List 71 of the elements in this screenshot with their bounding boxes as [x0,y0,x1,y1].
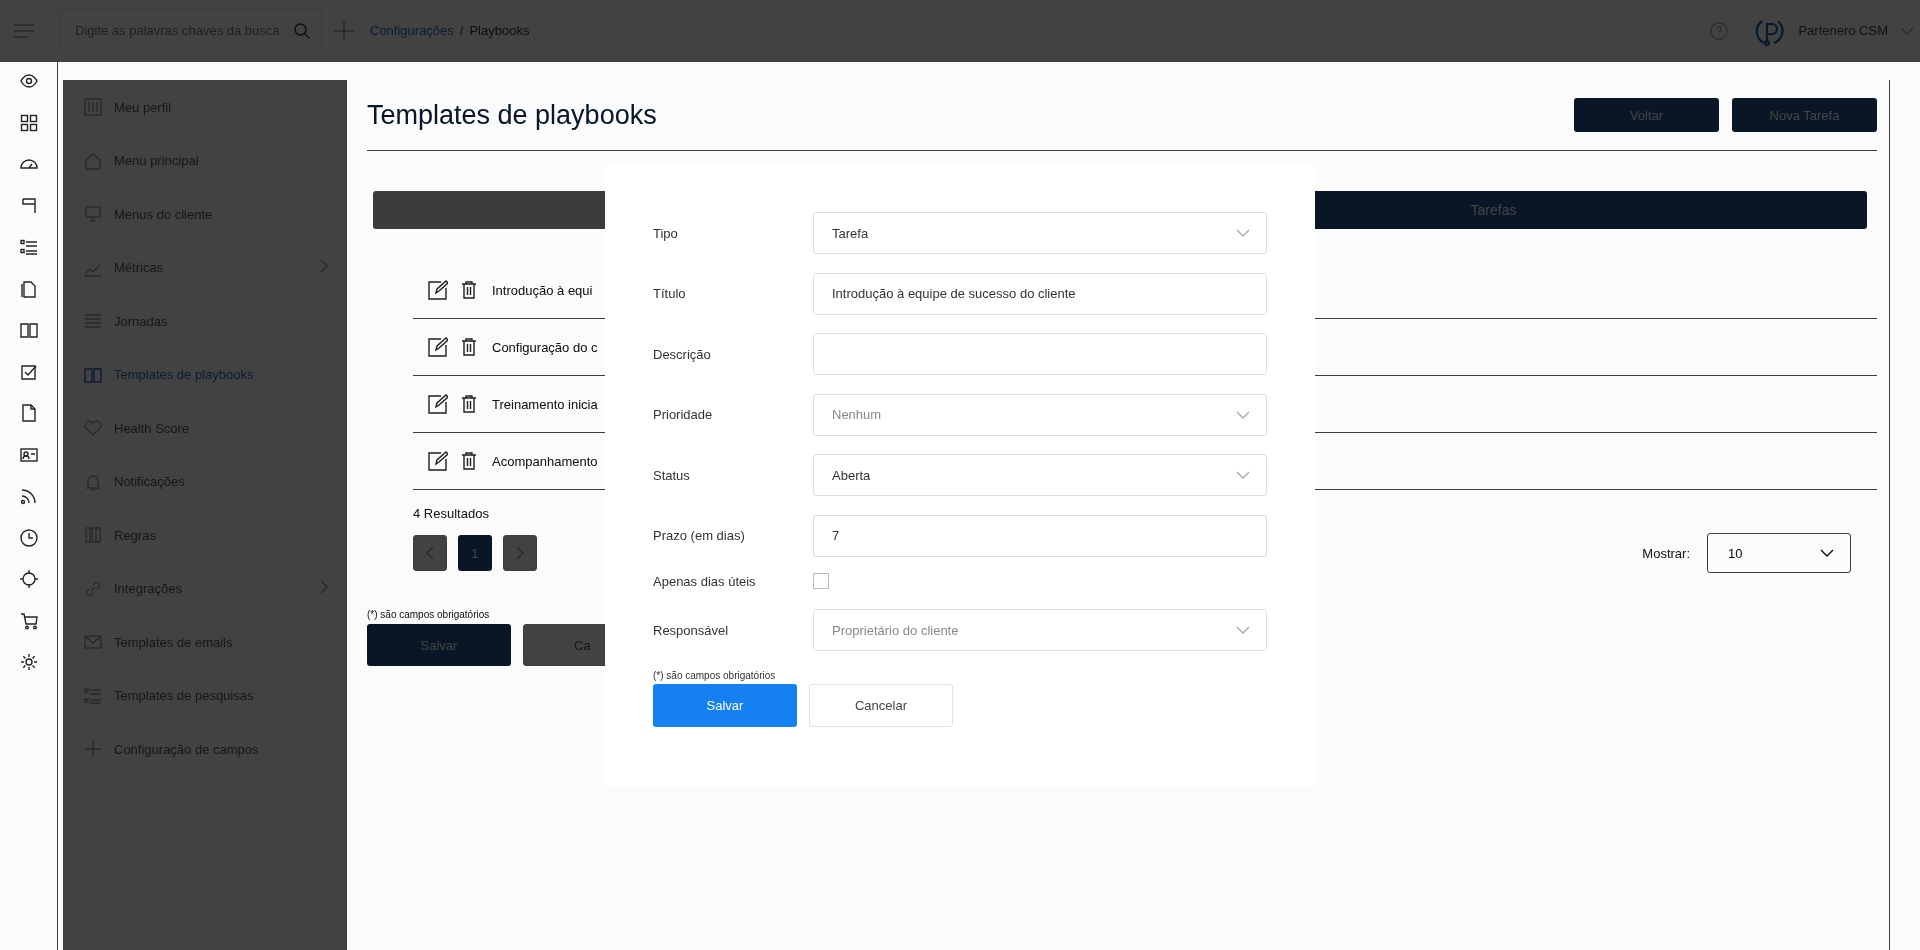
list-icon[interactable] [19,238,38,256]
chevron-left-icon [426,546,434,560]
list-icon [84,686,102,705]
select-field[interactable]: Aberta [813,454,1267,496]
required-note: (*) são campos obrigatórios [367,609,491,620]
equalizer-icon [84,98,102,117]
home-icon [84,151,102,170]
select-field[interactable]: Tarefa [813,212,1267,254]
page-title: Templates de playbooks [367,99,658,131]
documents-icon[interactable] [19,279,38,298]
task-title: Introdução à equi [492,282,593,298]
page-size-label: Mostrar: [1642,545,1690,561]
chevron-down-icon [1236,410,1250,419]
trash-icon[interactable] [462,338,476,356]
field-label: Tipo [653,225,679,241]
bell-icon [84,472,102,491]
edit-icon[interactable] [428,280,448,300]
chevron-down-icon [1820,549,1834,557]
select-field[interactable]: Proprietário do cliente [813,609,1267,651]
book-icon [84,365,102,384]
rss-icon[interactable] [19,487,38,505]
input-field[interactable]: Introdução à equipe de sucesso do cliente [813,272,1267,315]
chevron-right-icon [320,580,328,595]
task-title: Treinamento inicia [492,396,598,412]
field-label: Prazo (em dias) [653,528,746,543]
chevron-right-icon [516,546,524,560]
edit-icon[interactable] [428,451,448,471]
plus-icon [334,20,354,41]
cancel-button[interactable]: Cancelar [809,683,953,727]
trash-icon[interactable] [462,281,476,299]
clock-icon[interactable] [19,528,38,547]
edit-icon[interactable] [428,337,448,357]
id-card-icon[interactable] [19,445,38,464]
book-icon[interactable] [19,321,38,339]
file-icon[interactable] [19,404,38,422]
task-title: Configuração do c [492,339,598,355]
breadcrumb-separator: / [459,23,464,38]
task-title: Acompanhamento [492,453,598,469]
plus-icon [84,740,102,759]
columns-icon [84,526,102,545]
input-field[interactable] [813,333,1267,375]
trash-icon[interactable] [462,452,476,470]
chevron-right-icon [320,259,328,274]
trash-icon[interactable] [462,395,476,413]
field-label: Apenas dias úteis [653,573,757,589]
envelope-icon [84,633,102,652]
select-field[interactable]: Nenhum [813,393,1267,436]
page-size-select[interactable]: 10 [1707,533,1851,573]
monitor-icon [84,205,102,224]
input-field[interactable]: 7 [813,514,1267,557]
edit-icon[interactable] [428,394,448,414]
chevron-down-icon [1236,471,1250,479]
checkbox-icon[interactable] [19,362,38,381]
link-icon [84,579,102,598]
checkbox[interactable] [813,573,829,589]
field-label: Descrição [653,346,712,362]
chevron-down-icon [1236,229,1250,237]
field-label: Prioridade [653,407,714,422]
required-note: (*) são campos obrigatórios [653,669,777,681]
heart-icon [84,419,102,438]
field-label: Status [653,467,691,483]
grid-icon[interactable] [19,113,38,132]
save-button[interactable]: Salvar [653,683,797,727]
search-icon [294,22,310,39]
field-label: Título [653,286,687,301]
target-icon[interactable] [19,570,38,588]
eye-icon[interactable] [19,72,38,90]
chevron-down-icon [1236,626,1250,634]
flag-icon[interactable] [19,196,38,215]
cart-icon[interactable] [19,611,38,630]
results-count: 4 Resultados [413,506,490,521]
